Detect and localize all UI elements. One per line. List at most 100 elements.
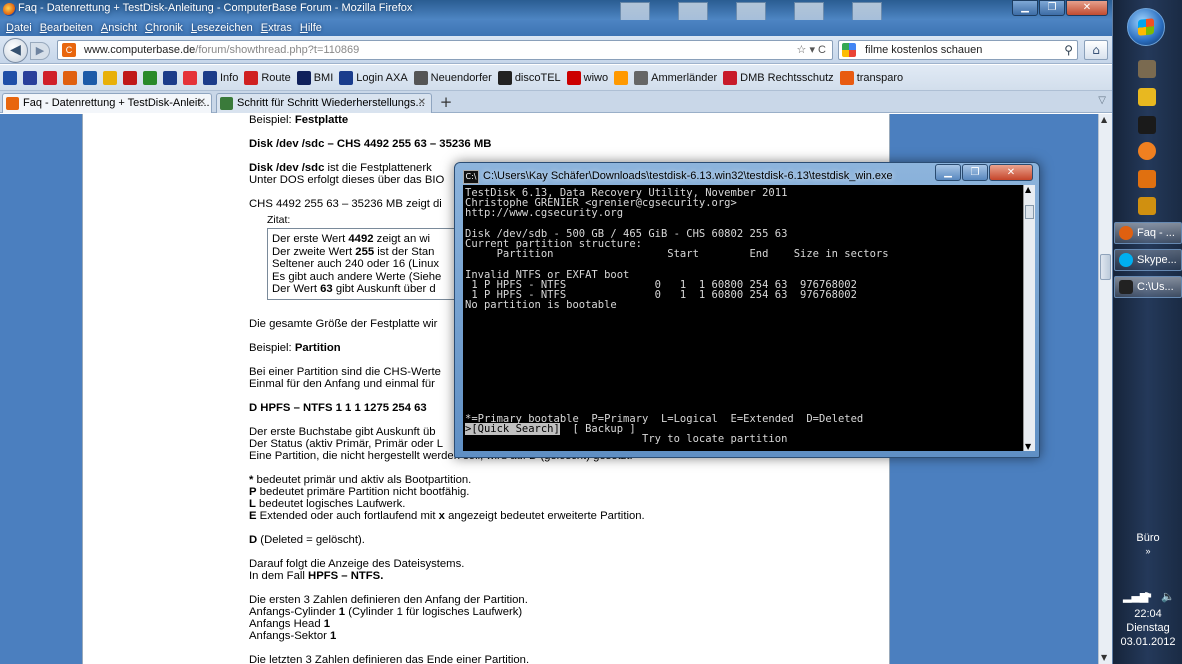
bookmark-item[interactable] bbox=[163, 70, 177, 85]
menu-hilfe[interactable]: Hilfe bbox=[300, 20, 322, 36]
pinned-app-icon[interactable] bbox=[1138, 116, 1156, 134]
bookmark-item[interactable]: Ammerländer bbox=[634, 70, 717, 85]
bookmark-label: discoTEL bbox=[514, 71, 561, 84]
axa-icon bbox=[339, 70, 354, 85]
volume-icon[interactable]: 🔈 bbox=[1161, 590, 1175, 603]
zahlen-4: Anfangs-Sektor 1 bbox=[249, 630, 337, 642]
console-icon: C:\ bbox=[463, 170, 479, 184]
bookmark-item[interactable] bbox=[614, 70, 629, 85]
close-button[interactable]: ✕ bbox=[1066, 0, 1108, 16]
menu-chronik[interactable]: Chronik bbox=[145, 20, 183, 36]
bookmark-item[interactable]: discoTEL bbox=[497, 70, 561, 85]
close-tab-icon[interactable]: ✕ bbox=[198, 94, 206, 112]
url-bar[interactable]: C www.computerbase.de/forum/showthread.p… bbox=[57, 40, 833, 60]
bookmark-item[interactable] bbox=[83, 70, 97, 85]
minimize-button[interactable]: ▁ bbox=[1012, 0, 1038, 16]
page-scrollbar[interactable]: ▲ ▼ bbox=[1098, 114, 1112, 664]
chs-partition-1: Bei einer Partition sind die CHS-Werte bbox=[249, 366, 441, 378]
tab-schritt[interactable]: Schritt für Schritt Wiederherstellungs..… bbox=[216, 93, 432, 113]
route-icon bbox=[244, 70, 259, 85]
console-close-button[interactable]: ✕ bbox=[989, 164, 1033, 181]
menu-extras[interactable]: Extras bbox=[261, 20, 292, 36]
scroll-down-icon[interactable]: ▼ bbox=[1025, 442, 1031, 451]
chevron-down-icon[interactable]: » bbox=[1113, 546, 1182, 556]
bookmark-item[interactable] bbox=[123, 70, 137, 85]
bookmark-item[interactable] bbox=[3, 70, 17, 85]
close-tab-icon[interactable]: ✕ bbox=[418, 94, 426, 112]
explorer-icon[interactable] bbox=[1138, 88, 1156, 106]
tab-faq[interactable]: Faq - Datenrettung + TestDisk-Anleit... … bbox=[2, 93, 212, 113]
media-player-icon[interactable] bbox=[1138, 170, 1156, 188]
ebay-icon bbox=[183, 70, 197, 85]
taskbar-item-console[interactable]: C:\Us... bbox=[1114, 276, 1182, 298]
home-button[interactable]: ⌂ bbox=[1084, 40, 1108, 60]
bookmark-item[interactable] bbox=[103, 70, 117, 85]
vlc-icon[interactable] bbox=[1138, 197, 1156, 215]
bookmark-item[interactable] bbox=[143, 70, 157, 85]
console-line: No partition is bootable bbox=[465, 299, 617, 311]
bookmark-label: Route bbox=[261, 71, 291, 84]
console-window: C:\ C:\Users\Kay Schäfer\Downloads\testd… bbox=[454, 162, 1040, 458]
bookmark-label: Neuendorfer bbox=[430, 71, 492, 84]
menu-lesezeichen[interactable]: Lesezeichen bbox=[191, 20, 253, 36]
window-controls: ▁ ❐ ✕ bbox=[1012, 0, 1108, 18]
maximize-button[interactable]: ❐ bbox=[1039, 0, 1065, 16]
forward-button[interactable]: ▶ bbox=[30, 42, 50, 60]
firefox-pin-icon[interactable] bbox=[1138, 142, 1156, 160]
console-scroll-thumb[interactable] bbox=[1025, 205, 1034, 219]
bookmark-item[interactable]: wiwo bbox=[566, 70, 608, 85]
window-title: Faq - Datenrettung + TestDisk-Anleitung … bbox=[18, 2, 413, 14]
bookmark-item[interactable] bbox=[23, 70, 37, 85]
bookmark-item[interactable] bbox=[63, 70, 77, 85]
back-button[interactable]: ◀ bbox=[3, 38, 28, 63]
console-window-controls: ▁ ❐ ✕ bbox=[935, 164, 1033, 181]
google-icon[interactable] bbox=[842, 43, 856, 57]
bookmark-item[interactable]: Neuendorfer bbox=[413, 70, 492, 85]
letzte-line: Die letzten 3 Zahlen definieren das Ende… bbox=[249, 654, 530, 664]
url-domain: www.computerbase.de bbox=[84, 44, 196, 56]
clock-time[interactable]: 22:04 bbox=[1113, 608, 1182, 620]
scroll-thumb[interactable] bbox=[1100, 254, 1111, 280]
scroll-up-icon[interactable]: ▲ bbox=[1101, 115, 1107, 124]
ndr-icon bbox=[163, 70, 177, 85]
search-icon[interactable]: ⚲ bbox=[1064, 41, 1073, 59]
dmb-icon bbox=[723, 70, 738, 85]
bookmark-item[interactable] bbox=[43, 70, 57, 85]
bookmark-label: Login AXA bbox=[356, 71, 408, 84]
bookmark-item[interactable]: Route bbox=[244, 70, 291, 85]
menu-datei[interactable]: Datei bbox=[6, 20, 32, 36]
start-button[interactable] bbox=[1127, 8, 1165, 46]
toolbar-label[interactable]: Büro bbox=[1113, 532, 1182, 544]
menu-ansicht[interactable]: Ansicht bbox=[101, 20, 137, 36]
pinned-app-icon[interactable] bbox=[1138, 60, 1156, 78]
bookmark-label: BMI bbox=[313, 71, 334, 84]
console-title[interactable]: C:\Users\Kay Schäfer\Downloads\testdisk-… bbox=[483, 170, 893, 182]
bookmark-item[interactable]: Info bbox=[203, 70, 238, 85]
legend-p: P bedeutet primäre Partition nicht bootf… bbox=[249, 486, 470, 498]
scroll-down-icon[interactable]: ▼ bbox=[1101, 653, 1107, 662]
bookmark-item[interactable]: DMB Rechtsschutz bbox=[723, 70, 834, 85]
flag-icon[interactable]: ⚑ bbox=[1143, 590, 1153, 603]
menu-bearbeiten[interactable]: Bearbeiten bbox=[40, 20, 93, 36]
title-bar[interactable]: Faq - Datenrettung + TestDisk-Anleitung … bbox=[0, 0, 1112, 34]
circle-icon bbox=[43, 70, 57, 85]
bookmark-item[interactable]: BMI bbox=[296, 70, 334, 85]
bookmark-star-icon[interactable]: ☆ ▾ C bbox=[797, 41, 826, 59]
taskbar-item-firefox[interactable]: Faq - ... bbox=[1114, 222, 1182, 244]
console-output[interactable]: TestDisk 6.13, Data Recovery Utility, No… bbox=[463, 185, 1023, 451]
console-maximize-button[interactable]: ❐ bbox=[962, 164, 988, 181]
console-scrollbar[interactable]: ▲ ▼ bbox=[1023, 185, 1035, 451]
ndr-icon bbox=[203, 70, 217, 85]
console-minimize-button[interactable]: ▁ bbox=[935, 164, 961, 181]
new-tab-button[interactable]: + bbox=[436, 94, 456, 112]
bookmark-item[interactable]: Login AXA bbox=[339, 70, 408, 85]
scroll-up-icon[interactable]: ▲ bbox=[1025, 185, 1031, 194]
taskbar-item-skype[interactable]: Skype... bbox=[1114, 249, 1182, 271]
tab-list-icon[interactable]: ▽ bbox=[1098, 95, 1106, 106]
search-bar[interactable]: filme kostenlos schauen ⚲ bbox=[838, 40, 1078, 60]
warn-icon bbox=[103, 70, 117, 85]
bookmark-item[interactable] bbox=[183, 70, 197, 85]
dos-line: Unter DOS erfolgt dieses über das BIO bbox=[249, 174, 445, 186]
legend-e: E Extended oder auch fortlaufend mit x a… bbox=[249, 510, 645, 522]
bookmark-item[interactable]: transparo bbox=[839, 70, 903, 85]
